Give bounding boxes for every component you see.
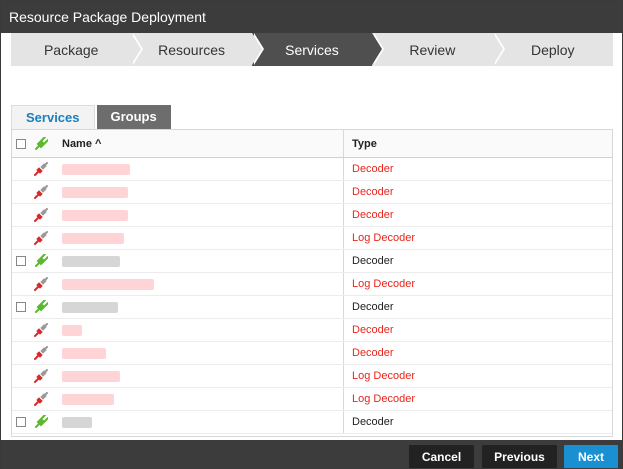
row-checkbox[interactable] bbox=[16, 256, 26, 266]
grid-header: Name ^ Type bbox=[12, 130, 612, 158]
row-checkbox[interactable] bbox=[16, 417, 26, 427]
plug-disconnected-icon bbox=[30, 392, 52, 406]
plug-disconnected-icon bbox=[30, 346, 52, 360]
column-header-type[interactable]: Type bbox=[344, 138, 612, 150]
plug-connected-icon bbox=[30, 254, 52, 268]
tab-groups[interactable]: Groups bbox=[96, 105, 171, 129]
service-name-cell bbox=[52, 388, 344, 410]
service-type-cell: Decoder bbox=[352, 186, 394, 198]
redacted-service-name bbox=[62, 324, 82, 336]
service-type-cell: Decoder bbox=[352, 347, 394, 359]
table-row[interactable]: Decoder bbox=[12, 319, 612, 342]
redacted-service-name bbox=[62, 209, 128, 221]
service-name-cell bbox=[52, 411, 344, 433]
service-type-cell: Decoder bbox=[352, 324, 394, 336]
service-name-cell bbox=[52, 227, 344, 249]
redacted-service-name bbox=[62, 232, 124, 244]
redacted-service-name bbox=[62, 301, 118, 313]
table-row[interactable]: Log Decoder bbox=[12, 227, 612, 250]
service-type-cell: Decoder bbox=[352, 163, 394, 175]
redacted-service-name bbox=[62, 347, 106, 359]
service-name-cell bbox=[52, 250, 344, 272]
select-all-checkbox[interactable] bbox=[16, 138, 26, 149]
plug-disconnected-icon bbox=[30, 277, 52, 291]
redacted-service-name bbox=[62, 186, 128, 198]
step-label: Deploy bbox=[530, 41, 575, 58]
service-name-cell bbox=[52, 342, 344, 364]
service-name-cell bbox=[52, 158, 344, 180]
step-label: Services bbox=[285, 41, 339, 58]
footer-bar: Cancel Previous Next bbox=[1, 440, 622, 469]
step-review[interactable]: Review bbox=[372, 33, 505, 66]
table-row[interactable]: Decoder bbox=[12, 411, 612, 434]
plug-disconnected-icon bbox=[30, 208, 52, 222]
step-label: Review bbox=[409, 41, 456, 58]
previous-button[interactable]: Previous bbox=[482, 445, 557, 468]
redacted-service-name bbox=[62, 255, 120, 267]
table-row[interactable]: Log Decoder bbox=[12, 273, 612, 296]
step-deploy[interactable]: Deploy bbox=[492, 33, 613, 66]
plug-disconnected-icon bbox=[30, 162, 52, 176]
table-row[interactable]: Decoder bbox=[12, 181, 612, 204]
plug-disconnected-icon bbox=[30, 369, 52, 383]
redacted-service-name bbox=[62, 393, 114, 405]
next-button[interactable]: Next bbox=[564, 445, 618, 468]
column-header-name[interactable]: Name ^ bbox=[52, 130, 344, 157]
table-row[interactable]: Log Decoder bbox=[12, 388, 612, 411]
wizard-steps: Package Resources Services Review Deploy bbox=[11, 33, 613, 66]
service-type-cell: Log Decoder bbox=[352, 232, 415, 244]
step-label: Package bbox=[43, 41, 99, 58]
service-type-cell: Log Decoder bbox=[352, 393, 415, 405]
plug-connected-icon bbox=[30, 136, 52, 151]
redacted-service-name bbox=[62, 416, 92, 428]
table-row[interactable]: Decoder bbox=[12, 296, 612, 319]
service-type-cell: Decoder bbox=[352, 209, 394, 221]
plug-disconnected-icon bbox=[30, 185, 52, 199]
service-type-cell: Decoder bbox=[352, 416, 394, 428]
tab-services[interactable]: Services bbox=[11, 105, 95, 129]
step-resources[interactable]: Resources bbox=[131, 33, 264, 66]
deployment-window: Resource Package Deployment Package Reso… bbox=[0, 0, 623, 469]
redacted-service-name bbox=[62, 278, 154, 290]
service-type-cell: Decoder bbox=[352, 255, 394, 267]
service-type-cell: Decoder bbox=[352, 301, 394, 313]
row-checkbox[interactable] bbox=[16, 302, 26, 312]
plug-disconnected-icon bbox=[30, 323, 52, 337]
step-package[interactable]: Package bbox=[11, 33, 144, 66]
service-name-cell bbox=[52, 296, 344, 318]
table-row[interactable]: Decoder bbox=[12, 250, 612, 273]
cancel-button[interactable]: Cancel bbox=[409, 445, 474, 468]
step-services[interactable]: Services bbox=[251, 33, 385, 66]
plug-connected-icon bbox=[30, 415, 52, 429]
service-type-cell: Log Decoder bbox=[352, 370, 415, 382]
service-name-cell bbox=[52, 365, 344, 387]
table-row[interactable]: Log Decoder bbox=[12, 365, 612, 388]
service-name-cell bbox=[52, 204, 344, 226]
table-row[interactable]: Decoder bbox=[12, 204, 612, 227]
grid-body: Decoder Decoder Decoder Log Decoder Decoder L… bbox=[12, 158, 612, 434]
step-label: Resources bbox=[158, 41, 226, 58]
table-row[interactable]: Decoder bbox=[12, 158, 612, 181]
window-title: Resource Package Deployment bbox=[1, 1, 622, 33]
plug-disconnected-icon bbox=[30, 231, 52, 245]
redacted-service-name bbox=[62, 163, 130, 175]
service-name-cell bbox=[52, 273, 344, 295]
service-type-cell: Log Decoder bbox=[352, 278, 415, 290]
service-name-cell bbox=[52, 181, 344, 203]
services-grid: Name ^ Type Decoder Decoder Decoder Log Dec… bbox=[11, 129, 613, 437]
tab-bar: Services Groups bbox=[11, 105, 173, 129]
service-name-cell bbox=[52, 319, 344, 341]
redacted-service-name bbox=[62, 370, 120, 382]
table-row[interactable]: Decoder bbox=[12, 342, 612, 365]
plug-connected-icon bbox=[30, 300, 52, 314]
